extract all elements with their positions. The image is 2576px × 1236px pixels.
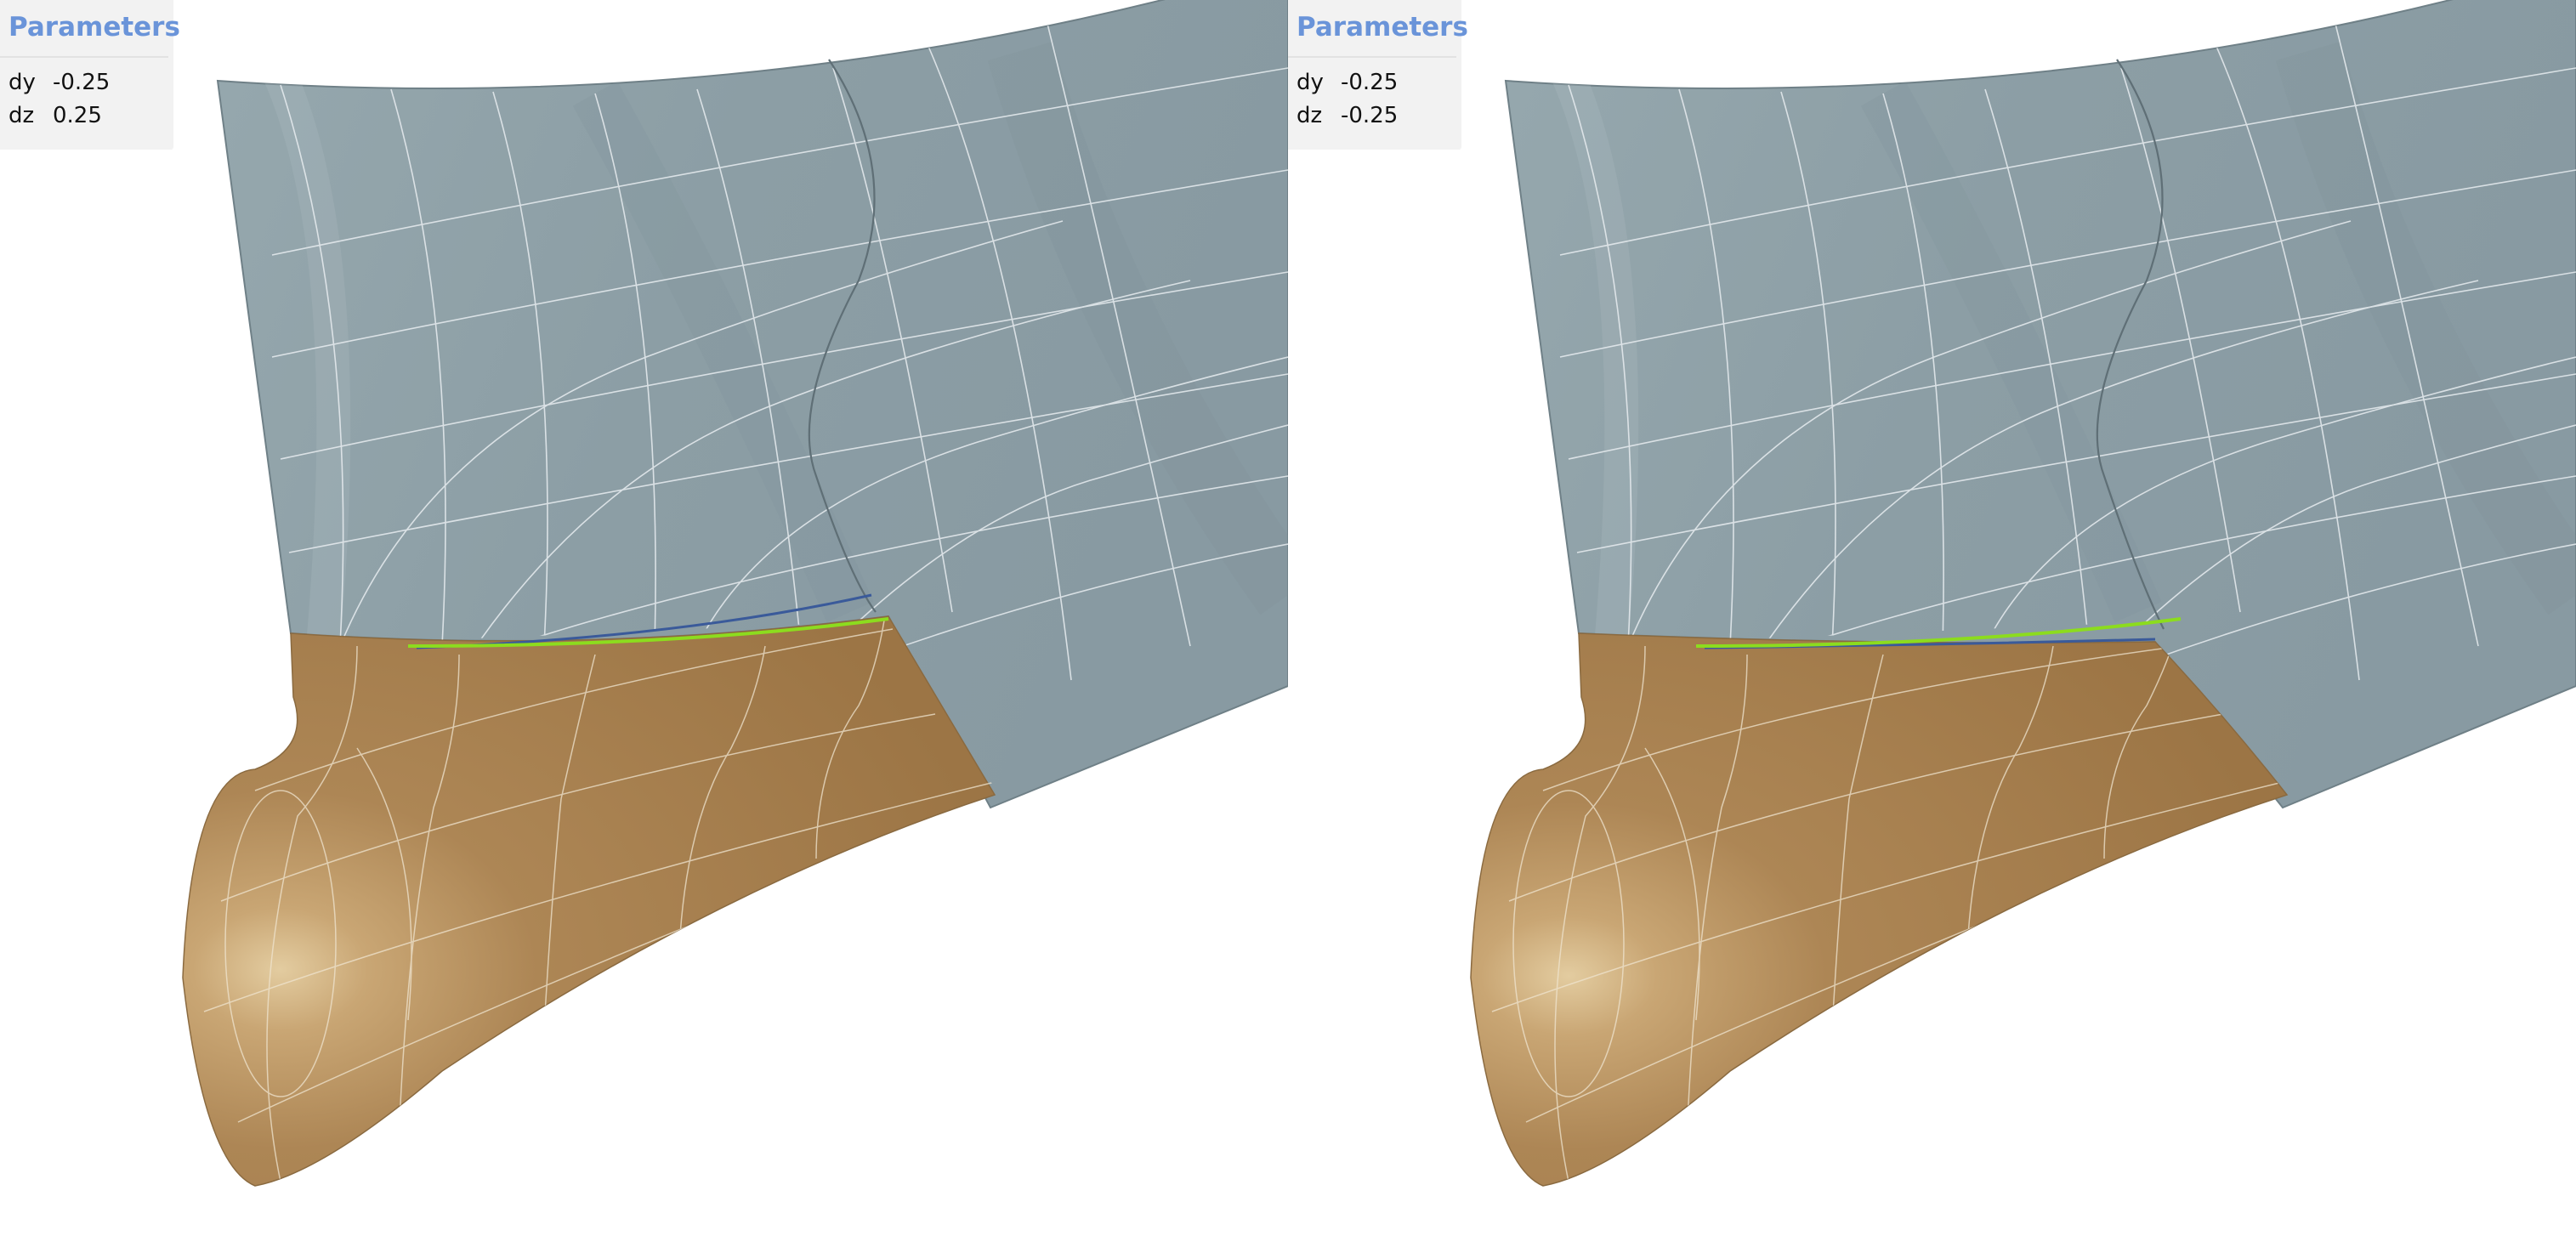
parameters-title[interactable]: Parameters xyxy=(1297,10,1468,44)
param-value: -0.25 xyxy=(53,70,111,95)
param-name: dy xyxy=(1297,70,1324,95)
parameters-title[interactable]: Parameters xyxy=(9,10,180,44)
param-name: dz xyxy=(1297,103,1323,128)
param-row-dz: dz -0.25 xyxy=(1297,99,1461,133)
parameters-panel: Parameters dy -0.25 dz -0.25 xyxy=(1288,0,1468,150)
panel-divider xyxy=(1288,56,1456,58)
bulb-surface xyxy=(182,615,996,1187)
param-value: -0.25 xyxy=(1341,103,1399,128)
param-row-dz: dz 0.25 xyxy=(9,99,173,133)
bulb-surface xyxy=(1470,632,2289,1187)
param-name: dz xyxy=(9,103,35,128)
scene-render-left[interactable] xyxy=(0,0,1288,1236)
param-value: -0.25 xyxy=(1341,70,1399,95)
scene-render-right[interactable] xyxy=(1288,0,2576,1236)
param-row-dy: dy -0.25 xyxy=(9,66,173,99)
param-value: 0.25 xyxy=(53,103,102,128)
viewport-left[interactable]: Parameters dy -0.25 dz 0.25 xyxy=(0,0,1288,1236)
param-name: dy xyxy=(9,70,36,95)
param-row-dy: dy -0.25 xyxy=(1297,66,1461,99)
panel-divider xyxy=(0,56,168,58)
parameters-panel: Parameters dy -0.25 dz 0.25 xyxy=(0,0,180,150)
viewport-right[interactable]: Parameters dy -0.25 dz -0.25 xyxy=(1288,0,2576,1236)
